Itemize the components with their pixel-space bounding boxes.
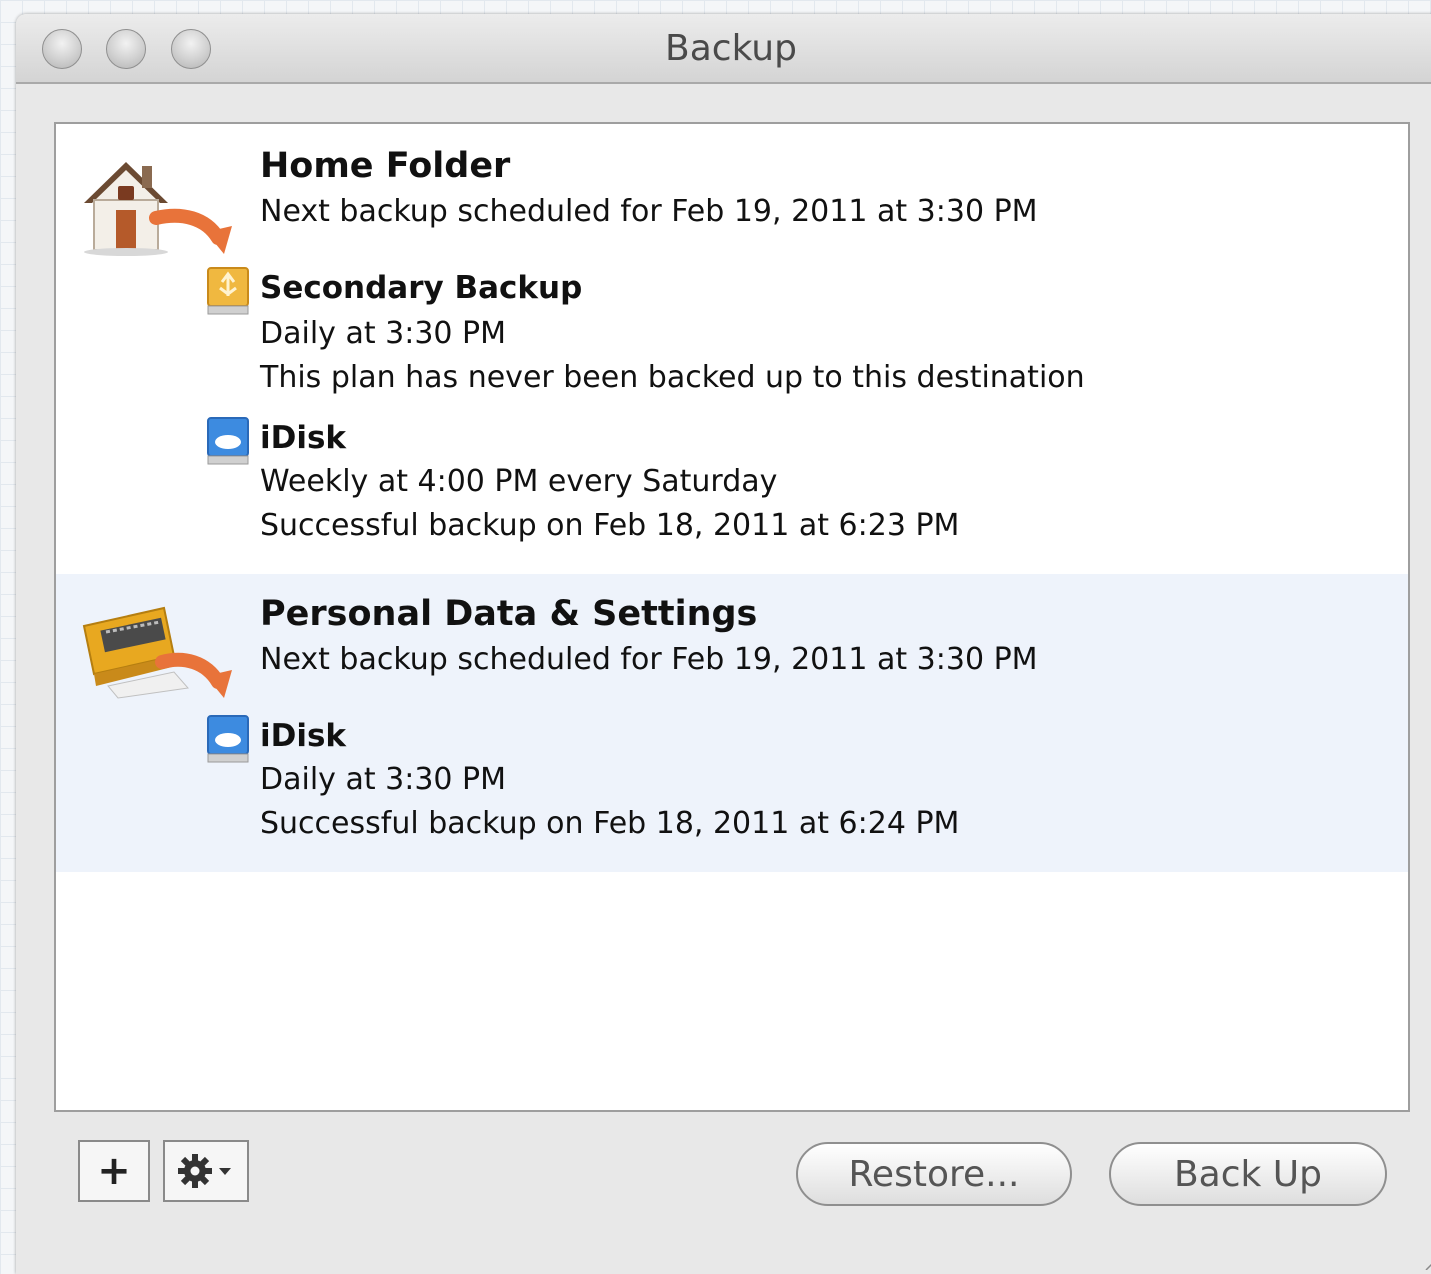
destination-schedule: Daily at 3:30 PM [260,762,507,797]
destination-schedule: Daily at 3:30 PM [260,316,507,351]
personal-data-icon [82,606,232,699]
home-folder-icon [84,162,232,256]
action-menu-button[interactable] [163,1140,249,1202]
backup-window: Backup Home Folder Next backup scheduled… [16,14,1431,1274]
plan-personal-data-settings[interactable]: Personal Data & Settings Next backup sch… [56,574,1408,872]
destination-name: iDisk [260,718,347,754]
window-title: Backup [665,28,797,69]
destination-name: Secondary Backup [260,270,583,306]
idisk-icon [207,715,249,763]
backup-plan-list[interactable]: Home Folder Next backup scheduled for Fe… [54,122,1410,1112]
idisk-icon [207,417,249,465]
restore-button[interactable]: Restore... [796,1142,1072,1206]
back-up-button[interactable]: Back Up [1109,1142,1387,1206]
plan-next-backup: Next backup scheduled for Feb 19, 2011 a… [260,642,1038,677]
destination-name: iDisk [260,420,347,456]
destination-schedule: Weekly at 4:00 PM every Saturday [260,464,778,499]
destination-status: Successful backup on Feb 18, 2011 at 6:2… [260,806,960,841]
resize-grip-icon[interactable] [1422,1250,1431,1270]
destination-status: Successful backup on Feb 18, 2011 at 6:2… [260,508,960,543]
destination-status: This plan has never been backed up to th… [260,360,1085,395]
plan-title: Home Folder [260,146,511,186]
title-bar[interactable]: Backup [16,14,1431,84]
gear-icon [178,1154,231,1188]
external-drive-icon [207,267,249,315]
plan-next-backup: Next backup scheduled for Feb 19, 2011 a… [260,194,1038,229]
chevron-down-icon [219,1168,231,1175]
add-plan-button[interactable]: + [78,1140,150,1202]
plan-home-folder[interactable]: Home Folder Next backup scheduled for Fe… [56,124,1408,574]
plan-title: Personal Data & Settings [260,594,758,634]
